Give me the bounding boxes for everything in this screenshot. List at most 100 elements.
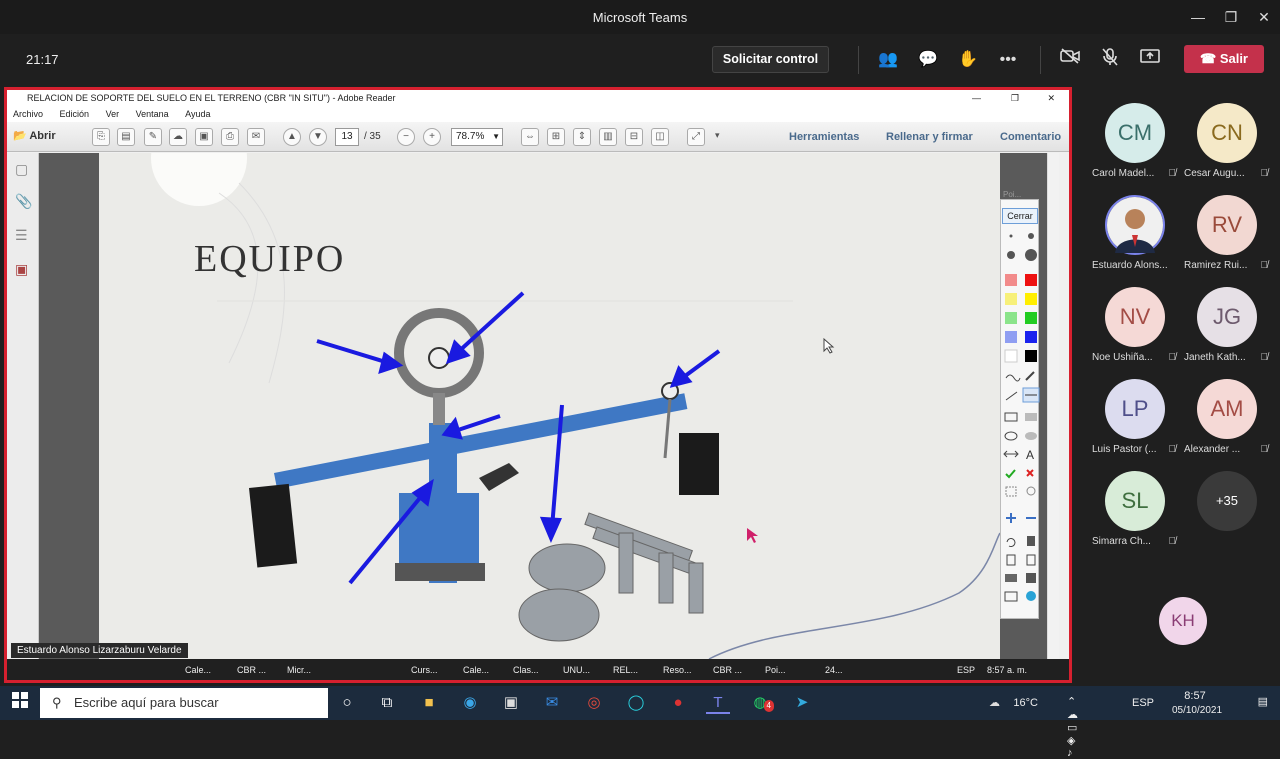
- reader-toolbar: 📂 Abrir ⎘ ▤ ✎ ☁ ▣ ⎙ ✉ ▲ ▼ 13 / 35 − + 78…: [7, 122, 1069, 152]
- minimize-button[interactable]: —: [1186, 6, 1210, 28]
- print-icon[interactable]: ⎙: [221, 128, 239, 146]
- cloud-icon[interactable]: ☁: [169, 128, 187, 146]
- zoom-value: 78.7%: [456, 131, 485, 142]
- cortana-icon[interactable]: ○: [335, 692, 359, 714]
- file-explorer-icon[interactable]: ■: [417, 692, 441, 714]
- reader-restore-icon[interactable]: ❐: [1011, 90, 1019, 107]
- participant-tile[interactable]: CN Cesar Augu... 🎙̸: [1182, 103, 1272, 189]
- shared-taskbar: Estuardo Alonso Lizarzaburu Velarde Cale…: [7, 643, 1069, 680]
- open-button[interactable]: 📂 Abrir: [13, 129, 56, 142]
- request-control-button[interactable]: Solicitar control: [712, 46, 829, 73]
- scroll-icon[interactable]: ▥: [599, 128, 617, 146]
- teams-icon[interactable]: T: [706, 692, 730, 714]
- zoom-in-icon[interactable]: +: [423, 128, 441, 146]
- jack-body: [399, 493, 479, 571]
- participant-tile[interactable]: CM Carol Madel... 🎙̸: [1090, 103, 1180, 189]
- participant-tile[interactable]: LP Luis Pastor (... 🎙̸: [1090, 379, 1180, 465]
- menu-ayuda[interactable]: Ayuda: [185, 109, 210, 119]
- leave-button[interactable]: ☎ Salir: [1184, 45, 1264, 73]
- app-icon[interactable]: ●: [666, 692, 690, 714]
- edit-icon[interactable]: ✎: [144, 128, 162, 146]
- email-icon[interactable]: ✉: [247, 128, 265, 146]
- participant-tile[interactable]: AM Alexander ... 🎙̸: [1182, 379, 1272, 465]
- people-icon[interactable]: 👥: [876, 48, 900, 72]
- close-button[interactable]: ✕: [1252, 6, 1276, 28]
- task-view-icon[interactable]: ⧉: [375, 692, 399, 714]
- shared-task-item: Cale...: [185, 665, 212, 675]
- reader-minimize-icon[interactable]: —: [972, 90, 981, 107]
- handle: [479, 463, 519, 491]
- temperature: 16°C: [1013, 697, 1038, 709]
- fit-page-icon[interactable]: ⊞: [547, 128, 565, 146]
- participant-tile[interactable]: Estuardo Alons...: [1090, 195, 1180, 281]
- avatar: CM: [1105, 103, 1165, 163]
- pdf-icon[interactable]: ▤: [117, 128, 135, 146]
- alexa-icon[interactable]: ◯: [624, 692, 648, 714]
- more-participants-button[interactable]: +35: [1182, 471, 1272, 557]
- single-page-icon[interactable]: ⇕: [573, 128, 591, 146]
- weather-icon[interactable]: ☁: [989, 696, 1000, 709]
- participant-tile[interactable]: KH: [1138, 597, 1228, 657]
- windows-start-icon[interactable]: [8, 692, 32, 714]
- participant-tile[interactable]: NV Noe Ushiña... 🎙̸: [1090, 287, 1180, 373]
- edge-icon[interactable]: ◉: [458, 692, 482, 714]
- fit-width-icon[interactable]: ⇔: [521, 128, 539, 146]
- participant-tile[interactable]: RV Ramirez Rui... 🎙̸: [1182, 195, 1272, 281]
- participant-tile[interactable]: SL Simarra Ch... 🎙̸: [1090, 471, 1180, 557]
- tab-herramientas[interactable]: Herramientas: [789, 131, 859, 143]
- reactions-icon[interactable]: ✋: [956, 48, 980, 72]
- taskbar-search-box[interactable]: ⚲ Escribe aquí para buscar: [40, 688, 328, 718]
- language-indicator[interactable]: ESP: [1132, 697, 1154, 709]
- menu-ver[interactable]: Ver: [106, 109, 120, 119]
- slide-title: EQUIPO: [194, 238, 345, 280]
- bookmarks-icon[interactable]: ☰: [15, 227, 28, 244]
- store-icon[interactable]: ▣: [499, 692, 523, 714]
- zoom-out-icon[interactable]: −: [397, 128, 415, 146]
- chrome-icon[interactable]: ◎: [582, 692, 606, 714]
- page-number-input[interactable]: 13: [335, 128, 359, 146]
- divider: [1040, 46, 1041, 74]
- vertical-scrollbar[interactable]: [1047, 153, 1059, 659]
- maximize-button[interactable]: ❐: [1219, 6, 1243, 28]
- zoom-select[interactable]: 78.7% ▼: [451, 128, 503, 146]
- more-options-icon[interactable]: •••: [996, 48, 1020, 72]
- reader-title: RELACION DE SOPORTE DEL SUELO EN EL TERR…: [27, 93, 396, 103]
- palette-close-button[interactable]: Cerrar: [1002, 208, 1038, 224]
- palette-tools[interactable]: A: [1001, 228, 1040, 628]
- share-screen-icon[interactable]: [1138, 48, 1162, 72]
- two-page-icon[interactable]: ⊟: [625, 128, 643, 146]
- participant-tile[interactable]: JG Janeth Kath... 🎙̸: [1182, 287, 1272, 373]
- document-area: ▢ 📎 ☰ ▣ EQUIPO Poi... Cerrar A: [7, 153, 1059, 659]
- participant-name: Alexander ...: [1184, 444, 1241, 455]
- toolbar-dropdown-icon[interactable]: ▾: [715, 130, 720, 141]
- reader-close-icon[interactable]: ✕: [1047, 90, 1055, 107]
- signatures-icon[interactable]: ▣: [15, 261, 28, 278]
- cursor-icon: [823, 337, 835, 354]
- read-mode-icon[interactable]: ⤢: [687, 128, 705, 146]
- app-arrow-icon[interactable]: ➤: [790, 692, 814, 714]
- menu-ventana[interactable]: Ventana: [136, 109, 169, 119]
- avatar: KH: [1159, 597, 1207, 645]
- shared-task-item: Clas...: [513, 665, 539, 675]
- notifications-icon[interactable]: ▤: [1258, 695, 1268, 708]
- pages-icon[interactable]: ▢: [15, 161, 28, 178]
- next-page-icon[interactable]: ▼: [309, 128, 327, 146]
- pdf-page: EQUIPO: [99, 153, 1000, 659]
- tray-icons[interactable]: ⌃ ☁ ▭ ◈ ♪: [1067, 695, 1078, 759]
- camera-off-icon[interactable]: [1058, 48, 1082, 72]
- divider: [858, 46, 859, 74]
- create-pdf-icon[interactable]: ⎘: [92, 128, 110, 146]
- tab-comentario[interactable]: Comentario: [1000, 131, 1061, 143]
- mail-icon[interactable]: ✉: [540, 692, 564, 714]
- shared-task-item: UNU...: [563, 665, 590, 675]
- save-icon[interactable]: ▣: [195, 128, 213, 146]
- prev-page-icon[interactable]: ▲: [283, 128, 301, 146]
- menu-edicion[interactable]: Edición: [60, 109, 90, 119]
- tab-rellenar-firmar[interactable]: Rellenar y firmar: [886, 131, 973, 143]
- mic-off-icon[interactable]: [1098, 48, 1122, 72]
- whatsapp-icon[interactable]: ◍ 4: [748, 692, 774, 714]
- menu-archivo[interactable]: Archivo: [13, 109, 43, 119]
- attachment-icon[interactable]: 📎: [15, 193, 32, 210]
- chat-icon[interactable]: 💬: [916, 48, 940, 72]
- spread-icon[interactable]: ◫: [651, 128, 669, 146]
